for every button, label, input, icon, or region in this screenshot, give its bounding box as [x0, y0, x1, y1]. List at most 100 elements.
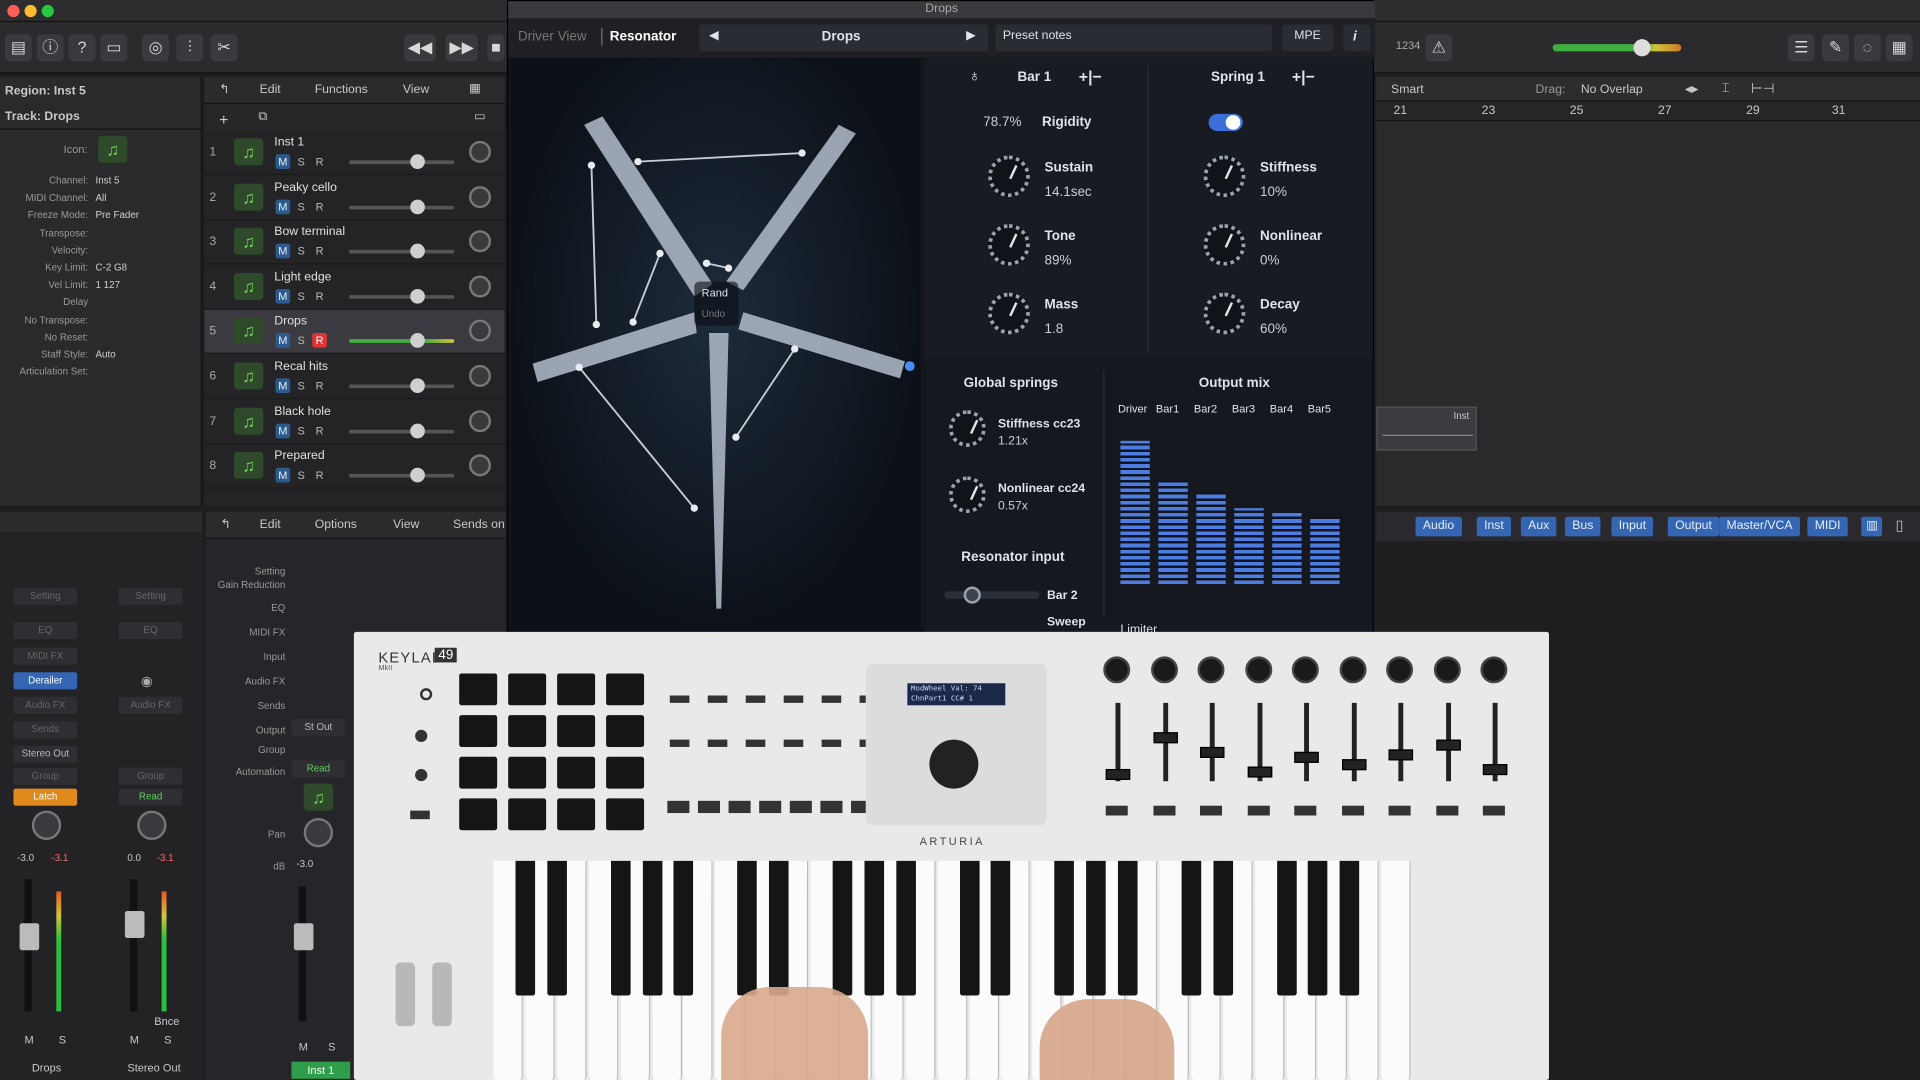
track-row[interactable]: 4 ♫ Light edge M S R: [204, 265, 505, 310]
link-icon[interactable]: ◉: [141, 673, 153, 690]
editors-icon[interactable]: ✂: [210, 34, 238, 62]
mixer-filter-input[interactable]: Input: [1611, 516, 1654, 537]
track-row[interactable]: 3 ♫ Bow terminal M S R: [204, 221, 505, 265]
slider-knob[interactable]: [410, 333, 425, 349]
inspector-icon[interactable]: ⓘ: [36, 34, 64, 62]
inspector-row-value[interactable]: Pre Fader: [96, 210, 140, 221]
sends-slot[interactable]: Sends: [13, 721, 78, 739]
prev-preset-icon[interactable]: ◀: [709, 29, 718, 42]
minimize-window-button[interactable]: [24, 4, 37, 18]
solo-button[interactable]: S: [328, 1041, 335, 1053]
back-arrow-icon[interactable]: ↰: [220, 518, 230, 531]
track-row[interactable]: 6 ♫ Recal hits M S R: [204, 355, 505, 400]
pan-knob[interactable]: [31, 810, 62, 841]
audio-fx-slot[interactable]: Audio FX: [118, 696, 183, 714]
spring-add-remove[interactable]: +|−: [1292, 67, 1315, 85]
mixer-filter-output[interactable]: Output: [1667, 516, 1720, 537]
close-window-button[interactable]: [7, 4, 20, 18]
mixer-filter-aux[interactable]: Aux: [1520, 516, 1557, 537]
resonator-bars-diagram[interactable]: [511, 58, 921, 634]
duplicate-track-icon[interactable]: ⧉: [258, 110, 267, 123]
track-name[interactable]: Drops: [274, 315, 307, 328]
sends-on-faders-menu[interactable]: Sends on: [453, 518, 505, 531]
solo-button[interactable]: S: [59, 1033, 66, 1045]
mute-button[interactable]: M: [275, 423, 291, 438]
solo-button[interactable]: S: [294, 154, 309, 169]
zoom-horizontal-icon[interactable]: ◂▸: [1685, 81, 1699, 97]
list-editors-icon[interactable]: ☰: [1787, 34, 1815, 62]
align-icon[interactable]: ⊢⊣: [1751, 81, 1774, 97]
track-instrument-icon[interactable]: ♫: [233, 317, 264, 345]
resonator-input-slider[interactable]: [944, 586, 1040, 604]
spring-selector[interactable]: Spring 1: [1211, 70, 1265, 85]
solo-button[interactable]: S: [294, 378, 309, 393]
mute-button[interactable]: M: [275, 467, 291, 483]
master-volume-slider[interactable]: [1552, 39, 1682, 57]
mixer-view-menu[interactable]: View: [393, 518, 419, 531]
solo-button[interactable]: S: [294, 244, 309, 259]
group-slot[interactable]: Group: [118, 767, 183, 785]
mixer-tracks-view-icon[interactable]: ▯: [1896, 517, 1904, 534]
region-header[interactable]: Region: Inst 5: [5, 84, 86, 97]
track-name[interactable]: Black hole: [274, 405, 330, 418]
preset-notes-field[interactable]: Preset notes: [995, 24, 1273, 52]
output-mix-meter[interactable]: [1272, 511, 1302, 585]
inspector-row-value[interactable]: Auto: [96, 349, 116, 360]
mixer-filter-audio[interactable]: Audio: [1415, 516, 1462, 537]
loop-browser-icon[interactable]: ◌: [1853, 34, 1881, 62]
global-stiffness-knob[interactable]: [948, 410, 986, 447]
inspector-row-value[interactable]: Inst 5: [96, 175, 120, 186]
mute-button[interactable]: M: [24, 1033, 33, 1045]
automation-mode[interactable]: Latch: [13, 788, 78, 806]
zoom-window-button[interactable]: [41, 4, 54, 18]
nonlinear-knob[interactable]: [1203, 224, 1246, 266]
track-name[interactable]: Recal hits: [274, 360, 328, 373]
track-name[interactable]: Prepared: [274, 450, 324, 463]
track-row[interactable]: 8 ♫ Prepared M S R: [204, 445, 505, 489]
mixer-filter-midi[interactable]: MIDI: [1807, 516, 1848, 537]
snap-icon[interactable]: ⌶: [1722, 81, 1730, 97]
record-enable-button[interactable]: R: [312, 378, 327, 393]
track-volume-slider[interactable]: [348, 154, 455, 169]
grid-view-icon[interactable]: ▦: [469, 82, 481, 95]
add-track-icon[interactable]: +: [219, 110, 228, 128]
output-mix-meter[interactable]: [1120, 440, 1150, 585]
mixer-options-menu[interactable]: Options: [315, 518, 357, 531]
preset-selector[interactable]: ◀ Drops ▶: [699, 24, 989, 52]
stop-icon[interactable]: ■: [487, 34, 505, 62]
pan-knob[interactable]: [137, 810, 167, 841]
mute-button[interactable]: M: [275, 333, 291, 349]
track-instrument-icon[interactable]: ♫: [233, 227, 264, 255]
tool-selector[interactable]: Smart: [1391, 83, 1424, 96]
eq-slot[interactable]: EQ: [118, 622, 183, 640]
next-preset-icon[interactable]: ▶: [966, 29, 975, 42]
track-instrument-icon[interactable]: ♫: [233, 138, 264, 166]
output-mix-meter[interactable]: [1196, 492, 1226, 585]
record-enable-button[interactable]: R: [312, 154, 327, 169]
pan-knob[interactable]: [468, 230, 492, 253]
track-row[interactable]: 7 ♫ Black hole M S R: [204, 400, 505, 444]
tracks-view-menu[interactable]: View: [403, 83, 429, 96]
help-icon[interactable]: ?: [68, 34, 96, 62]
ruler[interactable]: 21 23 25 27 29 31: [1376, 101, 1920, 122]
pan-knob[interactable]: [468, 320, 492, 343]
solo-button[interactable]: S: [294, 468, 309, 483]
track-volume-slider[interactable]: [348, 199, 455, 214]
output-slot[interactable]: St Out: [291, 718, 346, 736]
stiffness-knob[interactable]: [1203, 155, 1246, 198]
browser-icon[interactable]: ▦: [1885, 34, 1913, 62]
bar-add-remove[interactable]: +|−: [1079, 67, 1102, 85]
mixer-edit-menu[interactable]: Edit: [260, 518, 281, 531]
mpe-button[interactable]: MPE: [1282, 24, 1334, 52]
drag-mode-select[interactable]: No Overlap: [1581, 83, 1643, 96]
pan-knob[interactable]: [303, 817, 334, 848]
record-enable-button[interactable]: R: [312, 244, 327, 259]
global-nonlinear-knob[interactable]: [948, 476, 986, 514]
output-mix-meters[interactable]: Driver Bar1 Bar2 Bar3 Bar4 Bar5: [1116, 403, 1361, 614]
inspector-row-value[interactable]: All: [96, 192, 107, 203]
track-volume-slider[interactable]: [348, 378, 455, 394]
setting-slot[interactable]: Setting: [13, 587, 78, 605]
fast-forward-icon[interactable]: ▶▶: [445, 34, 478, 62]
output-mix-meter[interactable]: [1158, 480, 1188, 585]
track-name[interactable]: Light edge: [274, 270, 331, 283]
